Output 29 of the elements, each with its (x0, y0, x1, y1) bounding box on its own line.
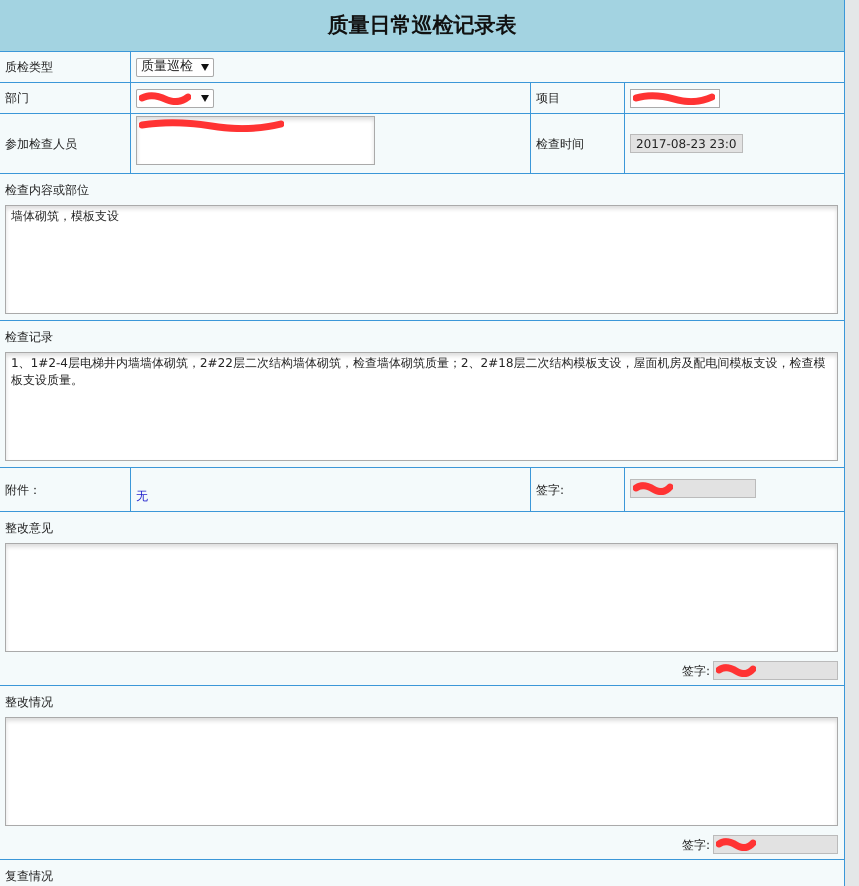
field-label: 质检类型 (5, 59, 53, 76)
section-label: 检查内容或部位 (5, 183, 89, 197)
type-select[interactable]: 质量巡检 (136, 58, 214, 76)
participants-field[interactable] (136, 116, 375, 165)
text-area[interactable] (5, 717, 838, 826)
field-label: 检查时间 (536, 136, 584, 152)
section-label: 检查记录 (5, 330, 53, 344)
signature-label: 签字: (536, 482, 564, 498)
field-text: 1、1#2-4层电梯井内墙墙体砌筑，2#22层二次结构墙体砌筑，检查墙体砌筑质量；2、2#18层二次结构模板支设，屋面机房及配电间模板支设，检查模板支设质量。 (11, 356, 826, 387)
signature-label: 签字: (682, 662, 710, 680)
project-field[interactable] (630, 88, 720, 108)
field-label: 项目 (536, 90, 560, 107)
time-field[interactable]: 2017-08-23 23:0 (630, 134, 742, 153)
section-label: 整改意见 (5, 521, 53, 535)
text-area[interactable]: 墙体砌筑，模板支设 (5, 205, 838, 314)
signature-label: 签字: (682, 836, 710, 854)
field-label: 附件： (5, 482, 41, 498)
text-area[interactable]: 1、1#2-4层电梯井内墙墙体砌筑，2#22层二次结构墙体砌筑，检查墙体砌筑质量；2、2#18层二次结构模板支设，屋面机房及配电间模板支设，检查模板支设质量。 (5, 352, 838, 461)
dropdown-icon (201, 64, 209, 70)
field-label: 参加检查人员 (5, 136, 77, 152)
dropdown-icon (201, 94, 209, 102)
department-select[interactable] (136, 88, 214, 108)
field-label: 部门 (5, 90, 29, 107)
section-label: 复查情况 (5, 869, 53, 883)
page-title: 质量日常巡检记录表 (328, 12, 516, 38)
attachment-link[interactable]: 无 (136, 487, 148, 505)
section-label: 整改情况 (5, 695, 53, 709)
text-area[interactable] (5, 543, 838, 652)
field-text: 墙体砌筑，模板支设 (11, 209, 119, 223)
